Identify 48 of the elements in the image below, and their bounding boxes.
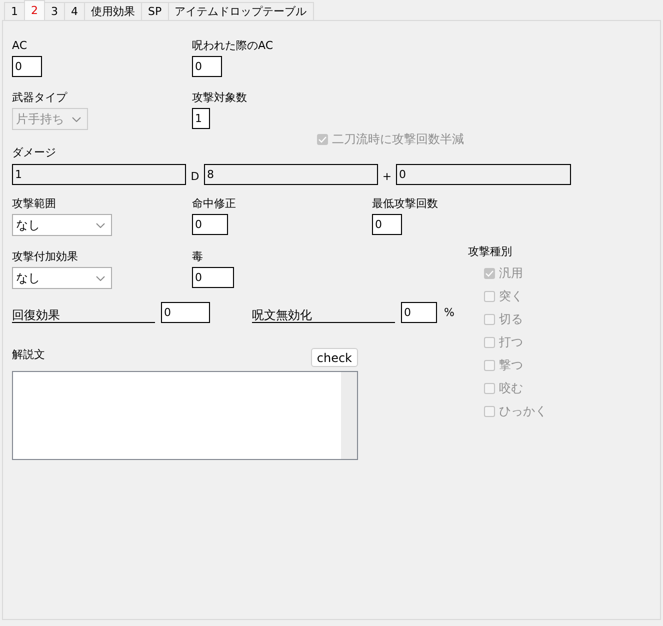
field-label: 最低攻撃回数 (372, 197, 438, 211)
field-label: AC (12, 39, 28, 53)
input-field[interactable]: 0 (396, 164, 571, 185)
input-field[interactable]: 0 (161, 302, 210, 323)
unit-label: % (444, 306, 454, 319)
field-label: 呪文無効化 (252, 308, 395, 323)
input-field[interactable]: 0 (372, 214, 402, 235)
checkbox-label: 突く (499, 288, 523, 304)
field-label: ダメージ (12, 146, 57, 160)
scrollbar[interactable] (341, 372, 357, 459)
input-field[interactable]: 0 (12, 56, 42, 77)
check-button[interactable]: check (310, 348, 358, 367)
dropdown[interactable]: なし (12, 214, 112, 236)
dropdown[interactable]: なし (12, 267, 112, 289)
chevron-icon (72, 116, 81, 122)
input-field[interactable]: 0 (192, 56, 222, 77)
input-field[interactable]: 0 (401, 302, 437, 323)
checkbox-label: 打つ (499, 334, 523, 350)
text-area[interactable] (12, 371, 358, 460)
tab[interactable]: 1 (4, 2, 25, 20)
field-label: 武器タイプ (12, 91, 67, 105)
tab[interactable]: アイテムドロップテーブル (168, 2, 314, 20)
operator-label: D (190, 168, 200, 182)
field-label: 毒 (192, 250, 203, 264)
chevron-icon (96, 276, 105, 280)
field-label: 攻撃種別 (468, 245, 513, 259)
field-label: 解説文 (12, 348, 45, 362)
tab[interactable]: 使用効果 (84, 2, 142, 20)
tab[interactable]: 2 (24, 0, 45, 20)
field-label: 攻撃対象数 (192, 91, 247, 105)
checkbox-label: 二刀流時に攻撃回数半減 (332, 130, 464, 148)
input-field[interactable]: 0 (192, 214, 228, 235)
field-label: 呪われた際のAC (192, 39, 274, 53)
operator-label: + (381, 168, 393, 182)
checkbox-label: 汎用 (499, 264, 523, 282)
input-field[interactable]: 8 (204, 164, 378, 185)
input-field[interactable]: 1 (12, 164, 186, 185)
chevron-icon (96, 222, 105, 228)
field-label: 攻撃付加効果 (12, 250, 78, 264)
input-field[interactable]: 0 (192, 267, 234, 288)
field-label: 回復効果 (12, 308, 155, 323)
checkbox-label: 切る (499, 310, 523, 328)
checkbox-label: 撃つ (499, 356, 523, 374)
checkbox-label: ひっかく (499, 402, 547, 420)
input-field[interactable]: 1 (192, 108, 210, 129)
field-label: 命中修正 (192, 197, 236, 211)
checkbox-label: 咬む (499, 380, 523, 396)
field-label: 攻撃範囲 (12, 197, 56, 211)
